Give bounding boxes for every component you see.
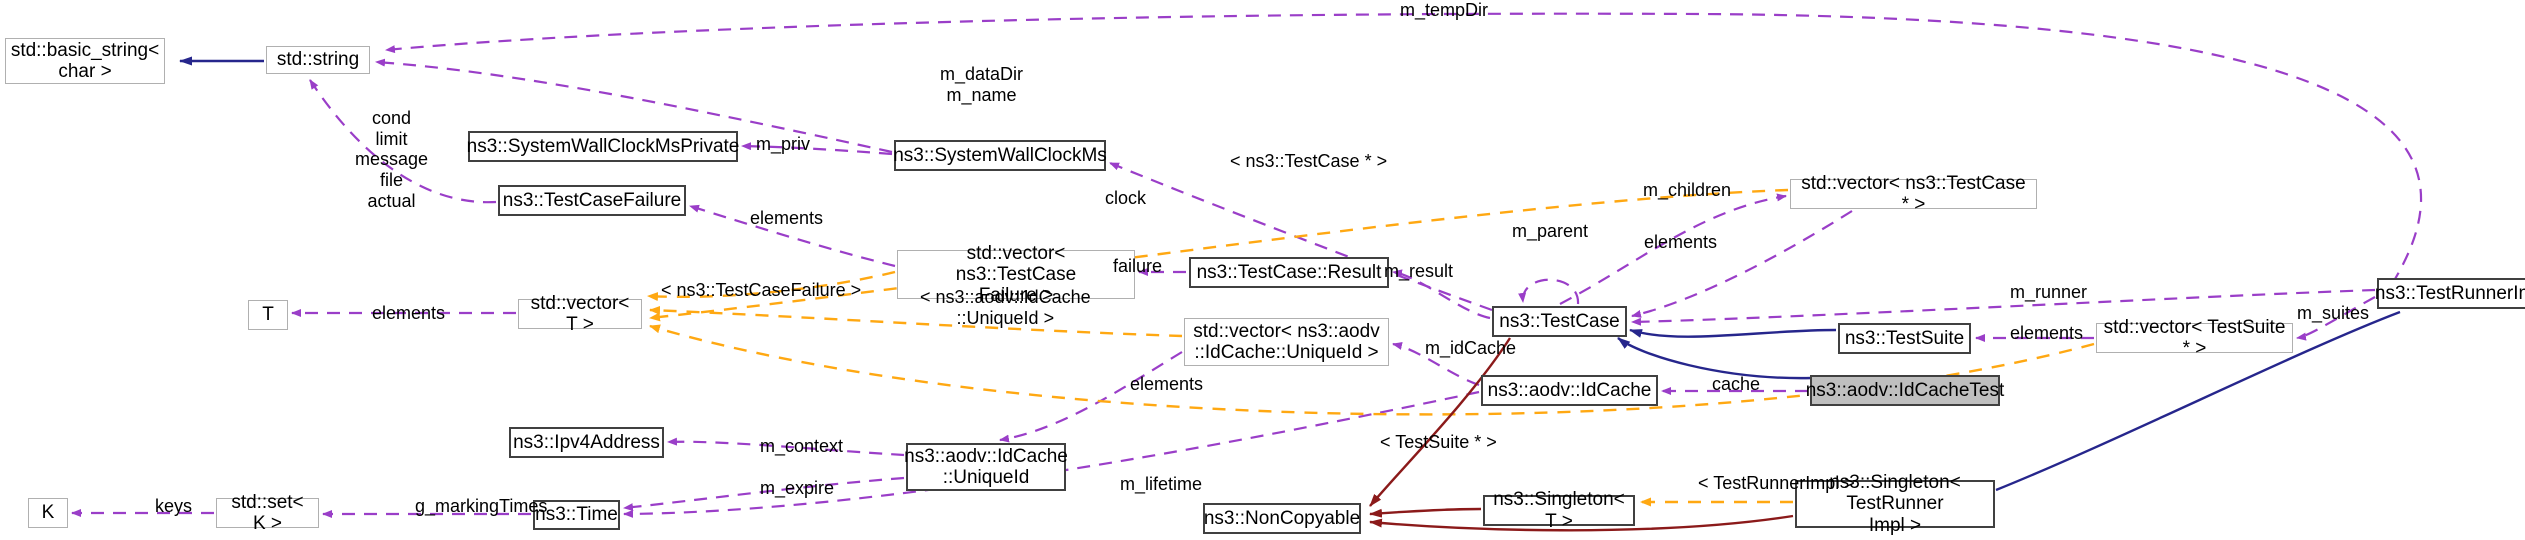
node-ns3-ipv4address[interactable]: ns3::Ipv4Address bbox=[509, 427, 664, 458]
edge-label-cache: cache bbox=[1712, 374, 1761, 394]
edge-label-m-context: m_context bbox=[760, 436, 844, 456]
node-ns3-systemwallclockms[interactable]: ns3::SystemWallClockMs bbox=[893, 140, 1107, 171]
edge-label-m-parent: m_parent bbox=[1512, 221, 1589, 241]
edge-label-g-markingtimes: g_markingTimes bbox=[415, 496, 548, 516]
edge-m_parent bbox=[1518, 278, 1580, 305]
edge-label-failure: failure bbox=[1113, 256, 1163, 276]
edge-idcachetest-testcase bbox=[1617, 337, 1813, 380]
node-std-vector-testcase-ptr[interactable]: std::vector< ns3::TestCase * > bbox=[1790, 173, 2037, 215]
edge-label-m-priv: m_priv bbox=[756, 134, 811, 154]
edge-label-elements-uid: elements bbox=[1130, 374, 1204, 394]
edge-label-uniqueid-tmpl: < ns3::aodv::IdCache ::UniqueId > bbox=[920, 287, 1091, 328]
edge-label-failure-fields: cond limit message file actual bbox=[355, 108, 429, 211]
edge-label-m-result: m_result bbox=[1384, 261, 1454, 281]
node-ns3-testcase[interactable]: ns3::TestCase bbox=[1492, 306, 1627, 337]
node-ns3-testrunnerimpl[interactable]: ns3::TestRunnerImpl bbox=[2375, 278, 2525, 309]
node-ns3-testsuite[interactable]: ns3::TestSuite bbox=[1838, 323, 1971, 354]
edge-label-m-datadir-name: m_dataDir m_name bbox=[940, 64, 1024, 105]
edge-label-m-children: m_children bbox=[1643, 180, 1732, 200]
node-std-vector-t[interactable]: std::vector< T > bbox=[518, 293, 642, 335]
edge-elements-uid bbox=[999, 351, 1183, 443]
node-ns3-testcasefailure[interactable]: ns3::TestCaseFailure bbox=[498, 185, 686, 216]
edge-label-keys: keys bbox=[155, 496, 193, 516]
edge-testsuite-testcase bbox=[1629, 328, 1837, 338]
edge-label-m-tempdir: m_tempDir bbox=[1400, 0, 1489, 20]
edge-label-clock: clock bbox=[1105, 188, 1147, 208]
edge-label-elements-tcf: elements bbox=[750, 208, 824, 228]
node-ns3-singleton-t[interactable]: ns3::Singleton< T > bbox=[1483, 489, 1635, 532]
node-ns3-aodv-idcache[interactable]: ns3::aodv::IdCache bbox=[1481, 375, 1658, 406]
node-template-param-k[interactable]: K bbox=[28, 498, 68, 528]
edge-label-m-suites: m_suites bbox=[2297, 303, 2370, 323]
edge-tmpl-uid bbox=[649, 305, 1183, 338]
node-ns3-noncopyable[interactable]: ns3::NonCopyable bbox=[1203, 503, 1361, 534]
edge-singletonT-noncopyable bbox=[1369, 507, 1482, 518]
uml-collaboration-diagram: std::basic_string< char > std::string ns… bbox=[0, 0, 2525, 540]
edge-elements-tc bbox=[1631, 210, 1853, 318]
node-std-basic-string[interactable]: std::basic_string< char > bbox=[5, 38, 165, 84]
node-ns3-aodv-idcache-uniqueid[interactable]: ns3::aodv::IdCache ::UniqueId bbox=[904, 443, 1068, 491]
edge-label-m-lifetime: m_lifetime bbox=[1120, 474, 1203, 494]
edge-label-tcf-tmpl: < ns3::TestCaseFailure > bbox=[661, 280, 862, 300]
node-template-param-t[interactable]: T bbox=[248, 300, 288, 330]
edge-label-testcase-ptr-tmpl: < ns3::TestCase * > bbox=[1230, 151, 1388, 171]
edge-label-elements-ts: elements bbox=[2010, 323, 2084, 343]
edge-label-m-idcache: m_idCache bbox=[1425, 338, 1517, 358]
node-std-vector-testsuite-ptr[interactable]: std::vector< TestSuite * > bbox=[2096, 317, 2293, 359]
edge-label-m-expire: m_expire bbox=[760, 478, 835, 498]
edge-label-m-runner: m_runner bbox=[2010, 282, 2088, 302]
node-ns3-aodv-idcachetest[interactable]: ns3::aodv::IdCacheTest bbox=[1806, 375, 2004, 406]
node-std-string[interactable]: std::string bbox=[266, 46, 370, 74]
edge-label-testrunnerimpl-tmpl: < TestRunnerImpl > bbox=[1698, 473, 1855, 493]
edge-testcase-noncopyable bbox=[1369, 337, 1512, 507]
node-ns3-systemwallclockmsprivate[interactable]: ns3::SystemWallClockMsPrivate bbox=[467, 131, 739, 162]
edge-label-elements-tc: elements bbox=[1644, 232, 1718, 252]
node-ns3-testcase-result[interactable]: ns3::TestCase::Result bbox=[1189, 257, 1389, 288]
node-std-set-k[interactable]: std::set< K > bbox=[216, 492, 319, 534]
edge-label-elements-t: elements bbox=[372, 303, 446, 323]
node-std-vector-uniqueid[interactable]: std::vector< ns3::aodv ::IdCache::Unique… bbox=[1184, 318, 1389, 366]
edge-label-testsuite-ptr-tmpl: < TestSuite * > bbox=[1380, 432, 1497, 452]
